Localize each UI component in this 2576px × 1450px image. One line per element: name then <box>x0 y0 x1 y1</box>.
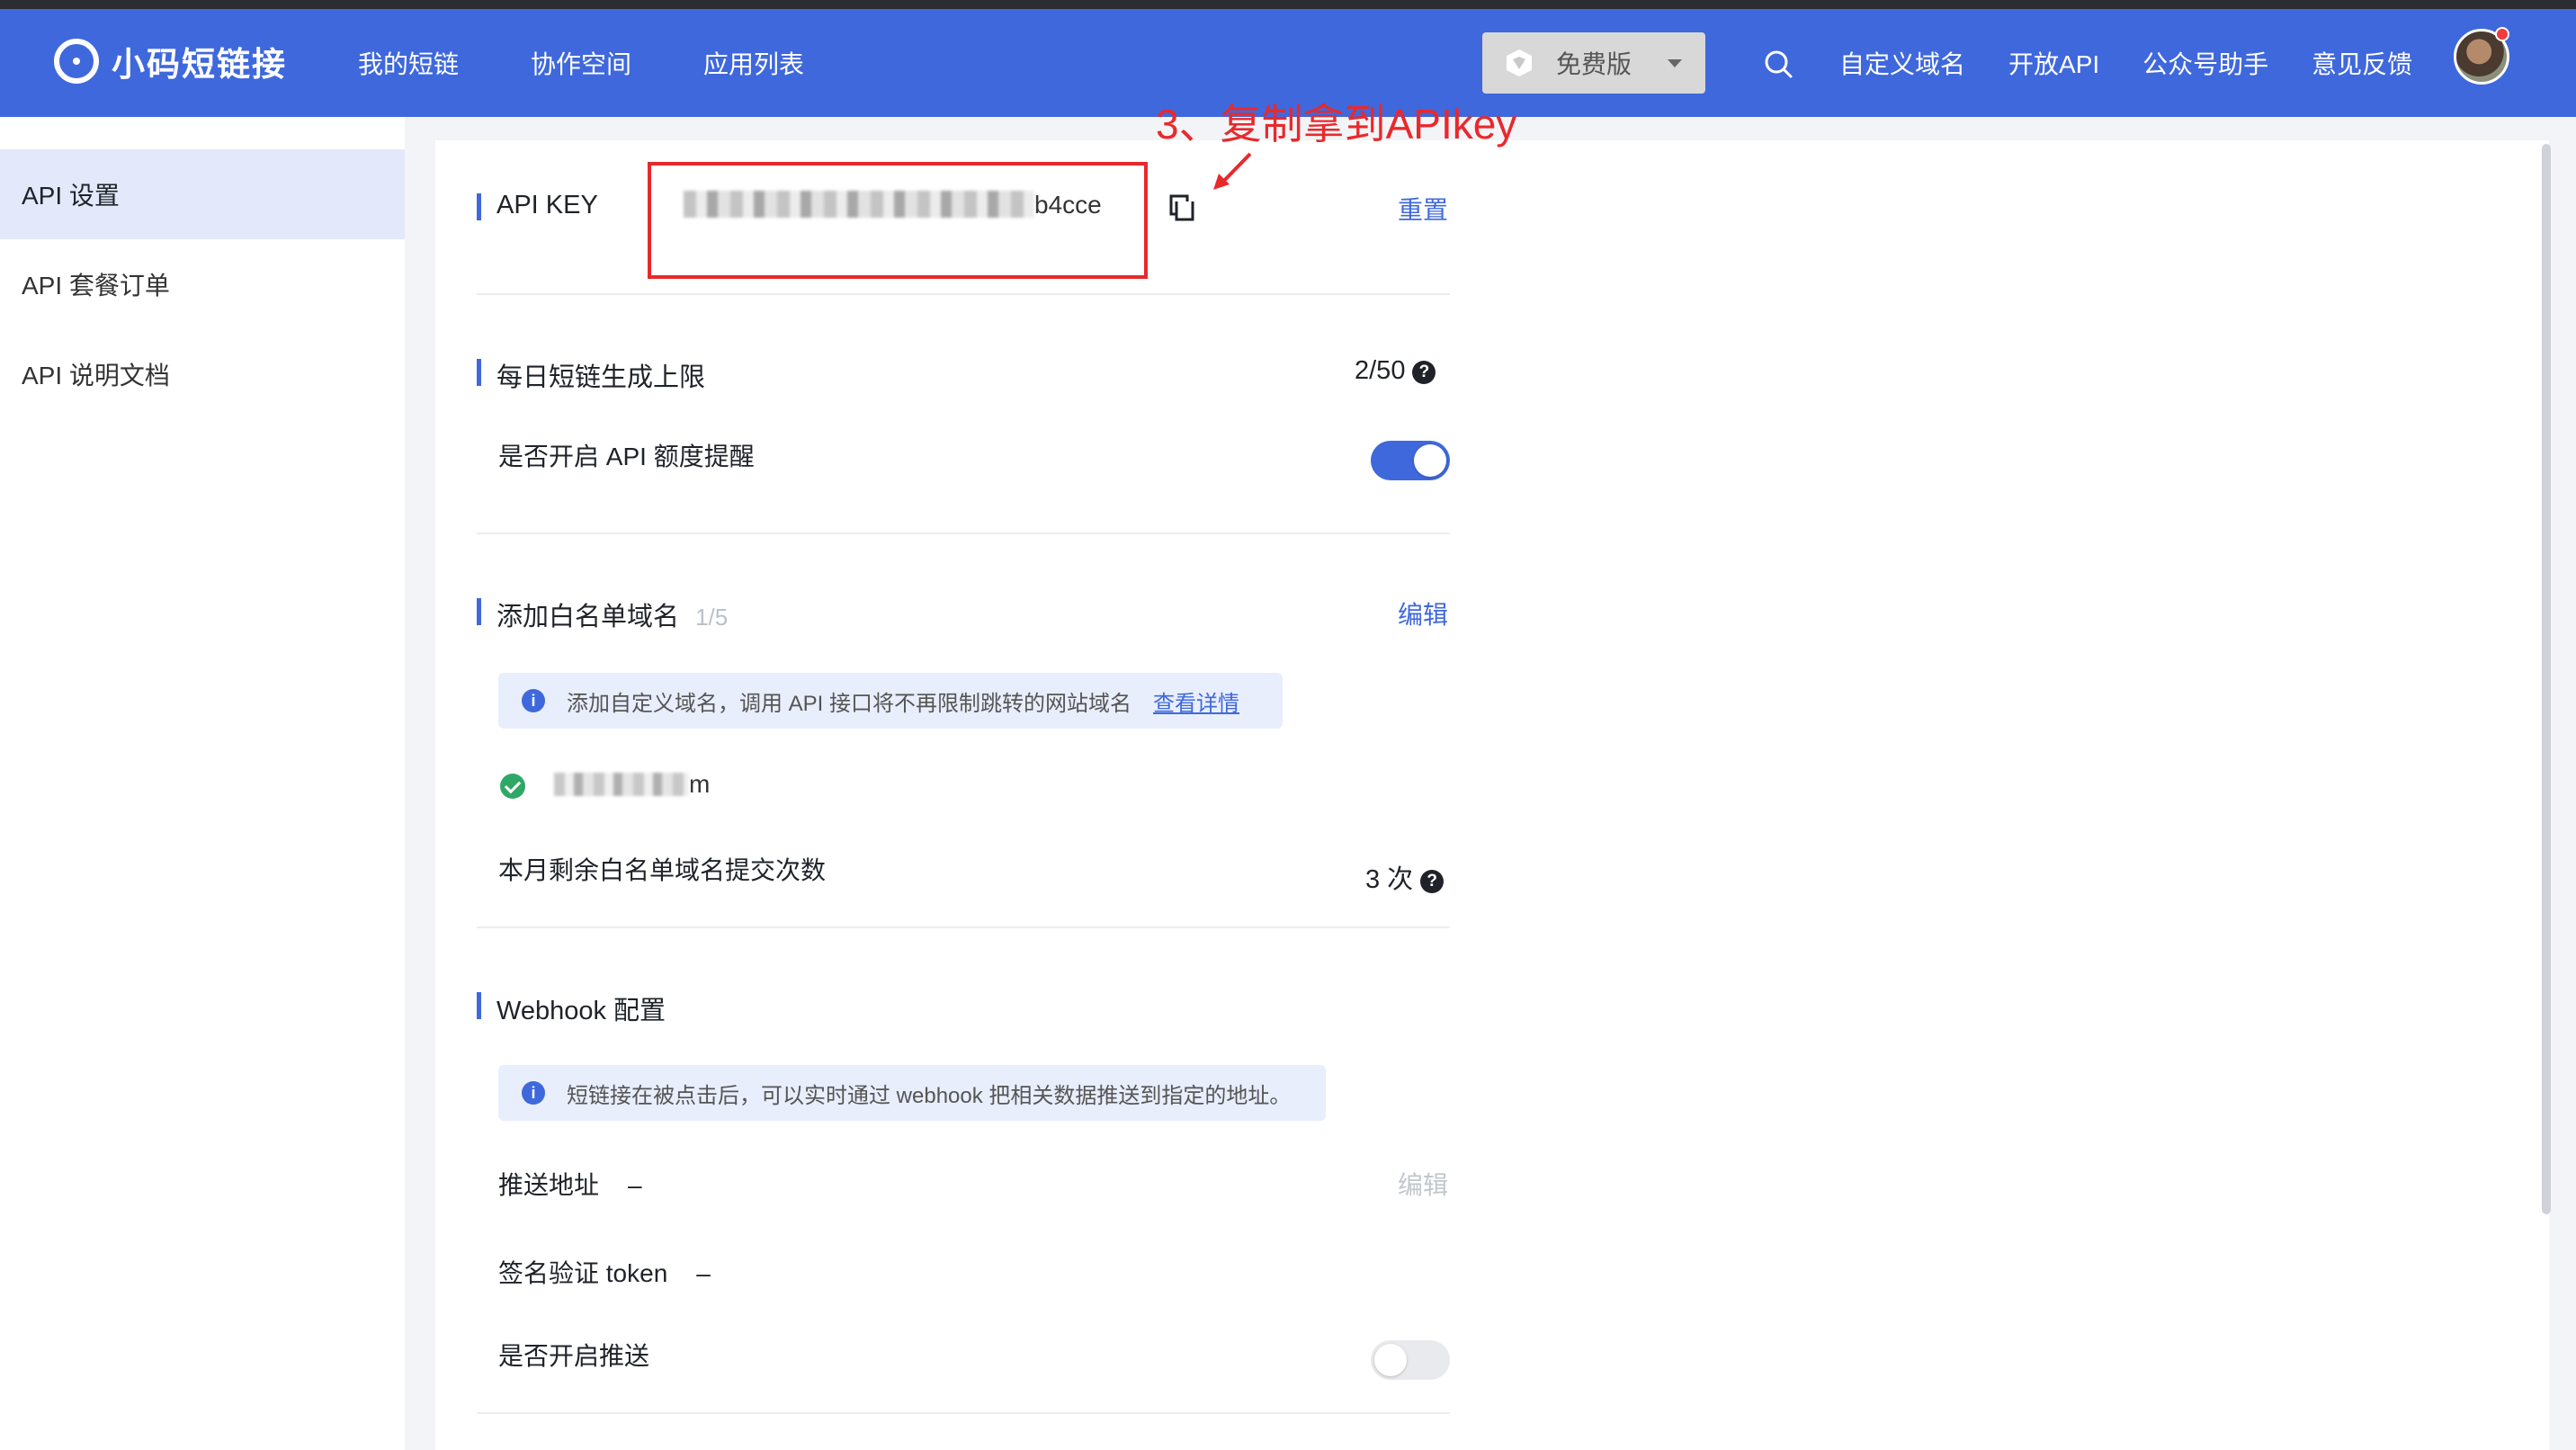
toggle-knob <box>1374 1344 1407 1376</box>
check-circle-icon <box>500 774 525 799</box>
nav-collab-space[interactable]: 协作空间 <box>531 45 631 81</box>
daily-limit-title: 每日短链生成上限 <box>477 356 705 394</box>
reset-api-key-button[interactable]: 重置 <box>1398 191 1448 227</box>
notification-dot <box>2495 27 2509 41</box>
right-nav: 自定义域名 开放API 公众号助手 意见反馈 <box>1839 45 2412 81</box>
nav-wechat-assistant[interactable]: 公众号助手 <box>2142 45 2268 81</box>
webhook-title: Webhook 配置 <box>477 989 666 1027</box>
divider <box>477 1412 1450 1414</box>
remaining-submissions-label: 本月剩余白名单域名提交次数 <box>498 856 827 884</box>
info-icon: i <box>522 1081 545 1105</box>
remaining-count: 3 次 <box>1365 865 1414 894</box>
push-enabled-label: 是否开启推送 <box>498 1342 650 1370</box>
annotation-highlight-box <box>648 162 1148 279</box>
info-icon: i <box>522 689 545 712</box>
whitelist-count: 1/5 <box>695 604 729 631</box>
push-url-label-text: 推送地址 <box>498 1171 600 1199</box>
copy-icon[interactable] <box>1169 194 1196 223</box>
divider <box>477 533 1450 534</box>
nav-custom-domain[interactable]: 自定义域名 <box>1839 45 1965 81</box>
push-url-value: – <box>628 1171 642 1199</box>
diamond-icon <box>1504 48 1534 78</box>
webhook-info-banner: i 短链接在被点击后，可以实时通过 webhook 把相关数据推送到指定的地址。 <box>498 1065 1326 1121</box>
nav-my-links[interactable]: 我的短链 <box>358 45 459 81</box>
push-url-label: 推送地址 – <box>498 1166 642 1202</box>
whitelist-domain: m <box>554 770 710 799</box>
whitelist-info-text: 添加自定义域名，调用 API 接口将不再限制跳转的网站域名 <box>567 691 1132 716</box>
scrollbar[interactable] <box>2542 144 2551 1214</box>
sidebar-item-api-settings[interactable]: API 设置 <box>0 149 405 239</box>
settings-panel <box>435 140 2549 1450</box>
nav-open-api[interactable]: 开放API <box>2008 45 2099 81</box>
whitelist-edit-button[interactable]: 编辑 <box>1398 595 1448 631</box>
divider <box>477 293 1450 295</box>
push-enabled-toggle[interactable] <box>1371 1340 1450 1380</box>
window-top-strip <box>0 0 2576 9</box>
main-nav: 我的短链 协作空间 应用列表 <box>358 45 804 81</box>
annotation-text: 3、复制拿到APIkey <box>1156 101 1517 148</box>
whitelist-info-banner: i 添加自定义域名，调用 API 接口将不再限制跳转的网站域名 查看详情 <box>498 673 1283 729</box>
toggle-knob <box>1414 444 1446 477</box>
divider <box>477 926 1450 928</box>
plan-label: 免费版 <box>1556 50 1632 78</box>
caret-down-icon <box>1668 59 1682 67</box>
sidebar: API 设置 API 套餐订单 API 说明文档 <box>0 117 405 1450</box>
domain-masked <box>554 773 689 796</box>
remaining-submissions-value: 3 次? <box>1365 858 1445 896</box>
help-icon[interactable]: ? <box>1412 361 1436 384</box>
help-icon[interactable]: ? <box>1420 870 1445 893</box>
view-details-link[interactable]: 查看详情 <box>1153 685 1239 717</box>
token-label-text: 签名验证 token <box>498 1259 668 1287</box>
sidebar-item-api-docs[interactable]: API 说明文档 <box>0 329 405 419</box>
push-url-edit-button[interactable]: 编辑 <box>1398 1166 1448 1202</box>
whitelist-title: 添加白名单域名 1/5 <box>477 595 728 633</box>
domain-suffix: m <box>689 770 711 798</box>
app-name: 小码短链接 <box>112 46 287 83</box>
webhook-info-text: 短链接在被点击后，可以实时通过 webhook 把相关数据推送到指定的地址。 <box>567 1083 1292 1108</box>
quota-alert-label: 是否开启 API 额度提醒 <box>498 443 755 470</box>
nav-app-list[interactable]: 应用列表 <box>703 45 804 81</box>
quota-alert-toggle[interactable] <box>1371 441 1450 480</box>
daily-limit-count: 2/50 <box>1355 356 1406 385</box>
daily-limit-value: 2/50? <box>1355 356 1436 386</box>
search-icon[interactable] <box>1763 49 1793 79</box>
api-key-title: API KEY <box>477 191 598 220</box>
logo-icon <box>54 39 99 84</box>
token-value: – <box>696 1259 711 1287</box>
nav-feedback[interactable]: 意见反馈 <box>2312 45 2412 81</box>
logo[interactable]: 小码短链接 <box>54 39 287 84</box>
token-label: 签名验证 token – <box>498 1254 711 1290</box>
plan-dropdown[interactable]: 免费版 <box>1482 32 1705 94</box>
whitelist-title-text: 添加白名单域名 <box>496 603 680 631</box>
annotation-arrow-icon <box>1213 152 1252 190</box>
sidebar-item-api-orders[interactable]: API 套餐订单 <box>0 239 405 329</box>
